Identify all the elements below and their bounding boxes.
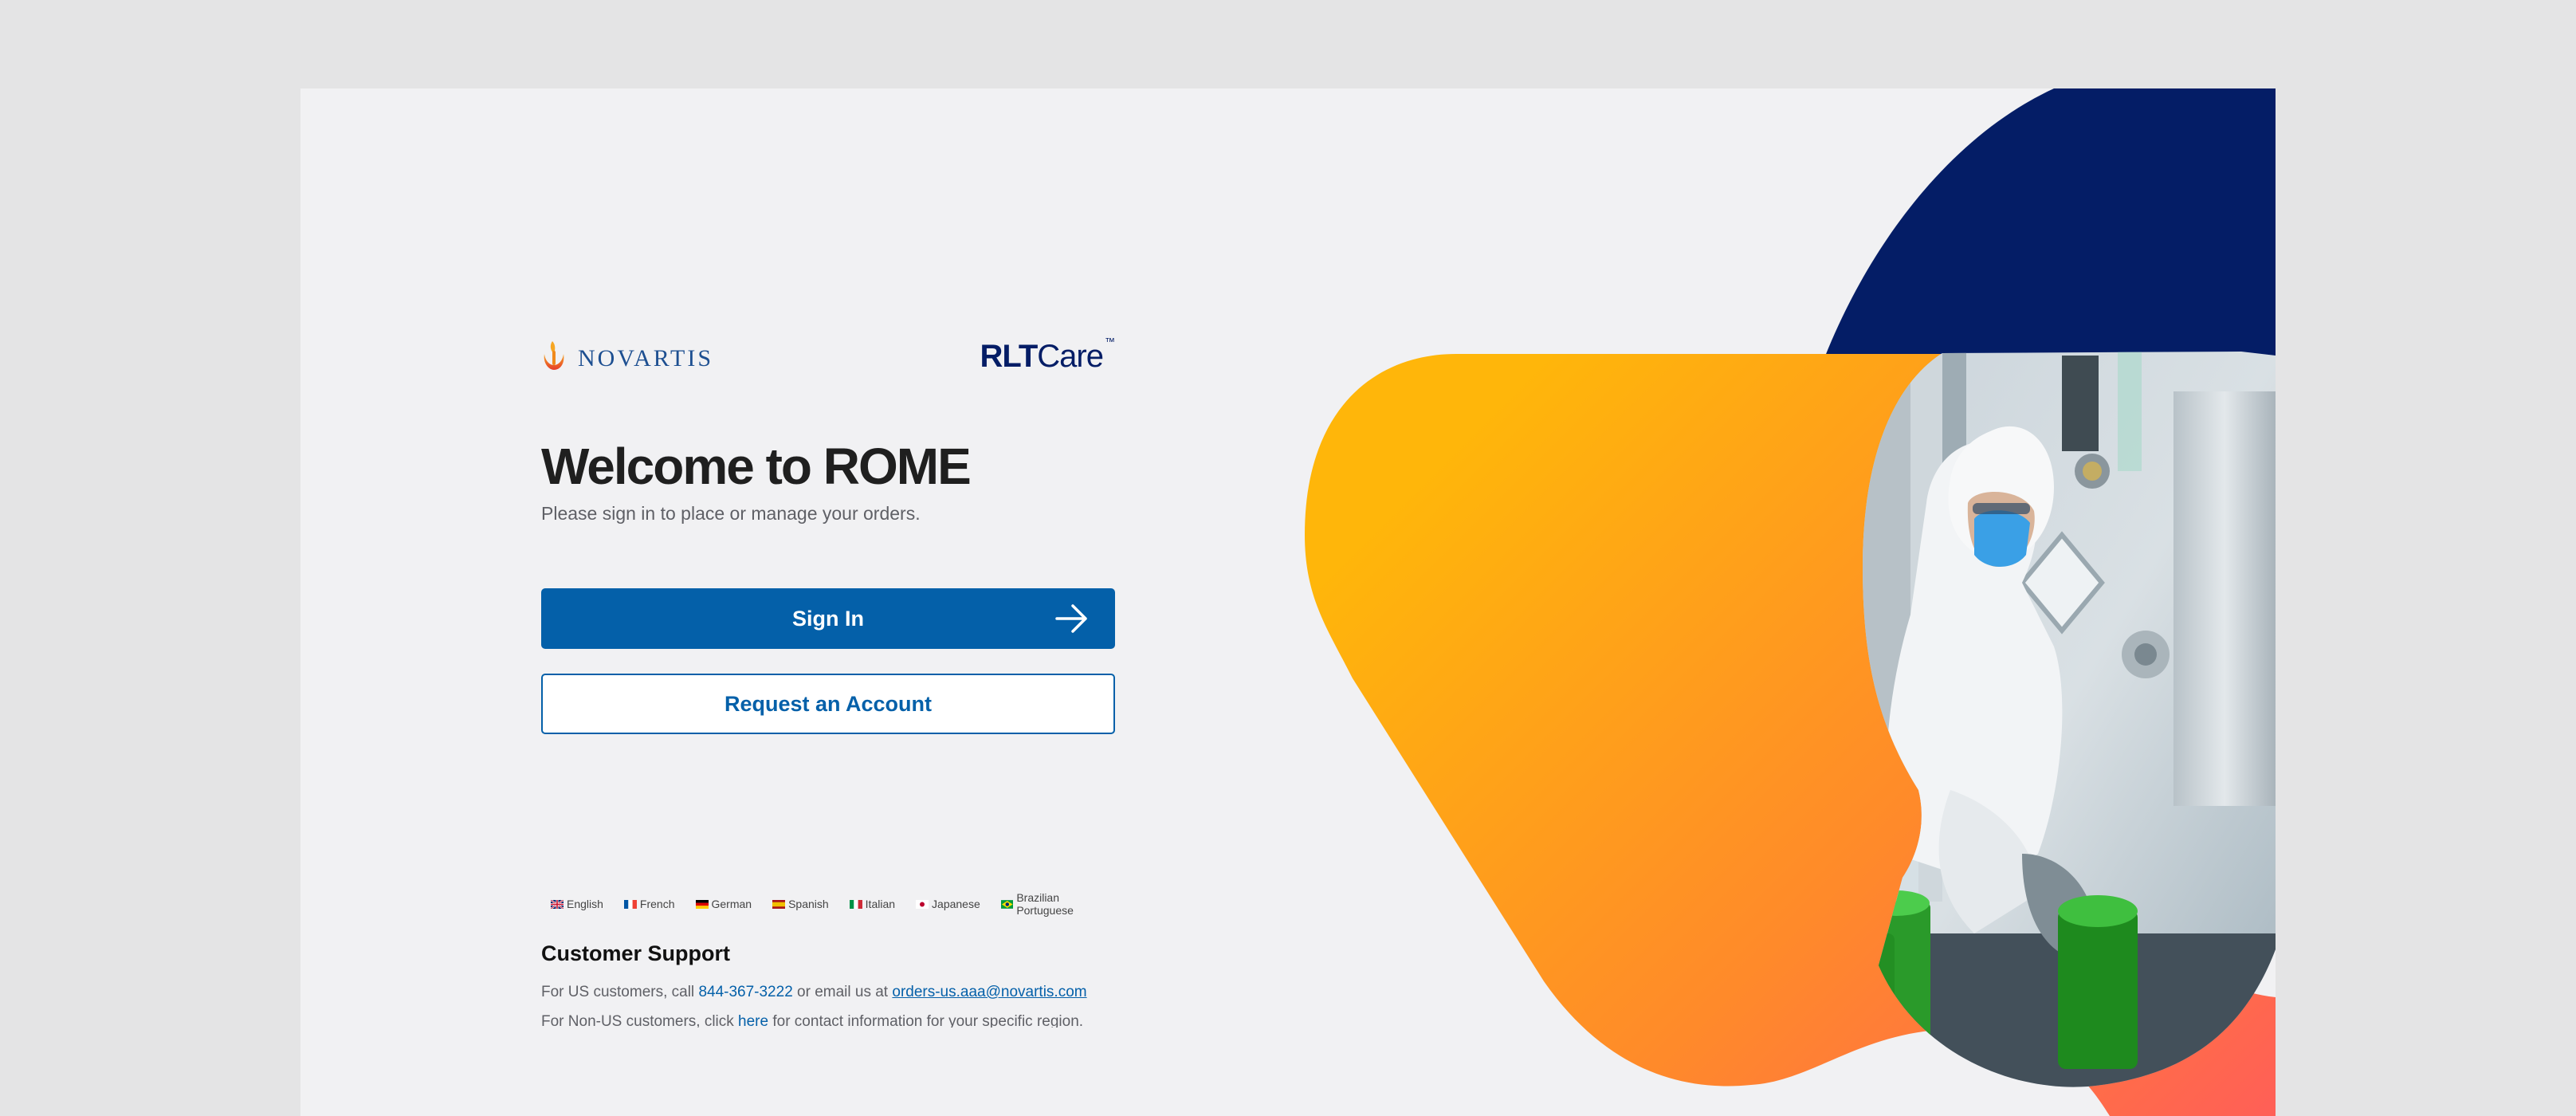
language-option-italian[interactable]: Italian <box>849 891 896 917</box>
support-phone-link[interactable]: 844-367-3222 <box>698 984 792 1000</box>
language-label: Brazilian Portuguese <box>1016 891 1074 917</box>
non-us-support-text: For Non-US customers, click here for con… <box>541 1013 1083 1028</box>
brazil-flag-icon <box>1000 899 1014 909</box>
language-option-english[interactable]: English <box>551 891 603 917</box>
navy-arc-shape <box>1815 88 2276 383</box>
trademark-symbol: ™ <box>1105 336 1115 348</box>
page-title: Welcome to ROME <box>541 438 972 495</box>
us-support-mid: or email us at <box>792 984 893 1000</box>
support-email-link[interactable]: orders-us.aaa@novartis.com <box>892 984 1086 1000</box>
novartis-wordmark: NOVARTIS <box>578 345 714 371</box>
care-wordmark: Care <box>1037 339 1104 374</box>
language-label: German <box>711 898 752 910</box>
sign-in-button[interactable]: Sign In <box>541 588 1115 649</box>
request-account-button[interactable]: Request an Account <box>541 674 1115 734</box>
france-flag-icon <box>623 899 637 909</box>
request-account-label: Request an Account <box>724 691 933 716</box>
page-subtitle: Please sign in to place or manage your o… <box>541 503 921 524</box>
non-us-support-suffix: for contact information for your specifi… <box>768 1013 1084 1028</box>
us-support-text: For US customers, call 844-367-3222 or e… <box>541 984 1087 1001</box>
novartis-flame-icon <box>544 341 564 370</box>
rlt-wordmark: RLT <box>980 339 1039 374</box>
germany-flag-icon <box>695 899 709 909</box>
language-label: Spanish <box>788 898 829 910</box>
language-label: Japanese <box>932 898 980 910</box>
login-panel: NOVARTIS RLTCare ™ Welcome to ROME Please… <box>541 88 1117 1116</box>
us-support-prefix: For US customers, call <box>541 984 699 1000</box>
language-label: French <box>639 898 675 910</box>
spain-flag-icon <box>772 899 786 909</box>
language-option-spanish[interactable]: Spanish <box>772 891 829 917</box>
brand-row: NOVARTIS RLTCare ™ <box>541 336 1116 379</box>
hero-illustration <box>1305 88 2276 1116</box>
customer-support-heading: Customer Support <box>541 941 731 965</box>
language-label: Italian <box>865 898 896 910</box>
non-us-contact-link[interactable]: here <box>738 1013 768 1028</box>
uk-flag-icon <box>551 899 564 909</box>
language-option-brazilian-portuguese[interactable]: Brazilian Portuguese <box>1000 891 1117 917</box>
japan-flag-icon <box>916 899 929 909</box>
italy-flag-icon <box>849 899 862 909</box>
sign-in-label: Sign In <box>792 606 864 631</box>
rltcare-logo: RLTCare ™ <box>980 336 1116 375</box>
novartis-logo: NOVARTIS <box>541 339 713 372</box>
language-selector: English French German Spanish Italian Ja… <box>551 891 1117 917</box>
arrow-right-icon <box>1055 604 1087 633</box>
language-label: English <box>567 898 603 910</box>
language-option-japanese[interactable]: Japanese <box>916 891 980 917</box>
login-page: NOVARTIS RLTCare ™ Welcome to ROME Please… <box>300 88 2276 1116</box>
non-us-support-prefix: For Non-US customers, click <box>541 1013 739 1028</box>
language-option-german[interactable]: German <box>695 891 752 917</box>
language-option-french[interactable]: French <box>623 891 675 917</box>
